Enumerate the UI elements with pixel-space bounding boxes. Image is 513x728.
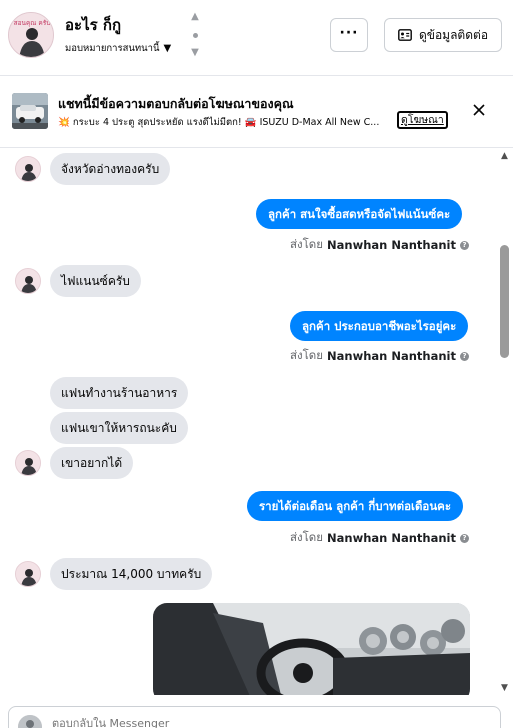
info-icon[interactable]: ?	[460, 351, 469, 361]
ad-banner-title: แชทนี้มีข้อความตอบกลับต่อโฆษณาของคุณ	[58, 96, 294, 111]
contact-info-label: ดูข้อมูลติดต่อ	[418, 27, 489, 42]
more-icon: ···	[339, 24, 359, 41]
ad-car-image	[12, 93, 48, 129]
photo-attachment[interactable]	[153, 603, 470, 695]
outgoing-message[interactable]: รายได้ต่อเดือน ลูกค้า กี่บาทต่อเดือนคะ	[247, 491, 464, 521]
sender-avatar	[15, 450, 41, 476]
scroll-up-arrow-icon[interactable]: ▲	[501, 152, 508, 161]
view-ad-link[interactable]: ดูโฆษณา	[397, 111, 448, 129]
message-thread: จังหวัดอ่างทองครับ ลูกค้า สนใจซื้อสดหรือ…	[0, 148, 497, 695]
close-banner-button[interactable]	[469, 100, 489, 120]
sent-by-label: ส่งโดย Nanwhan Nanthanit ?	[290, 236, 469, 254]
sender-avatar	[15, 156, 41, 182]
incoming-message[interactable]: แฟนทำงานร้านอาหาร	[50, 377, 189, 409]
sent-by-label: ส่งโดย Nanwhan Nanthanit ?	[290, 529, 469, 547]
ad-banner-description: 💥 กระบะ 4 ประตู สุดประหยัด แรงดีไม่มีตก!…	[58, 117, 380, 128]
stepper-dot	[192, 32, 198, 38]
sender-avatar	[15, 561, 41, 587]
contact-avatar-image: สอนคุณ ครับ	[9, 13, 53, 57]
view-contact-info-button[interactable]: ดูข้อมูลติดต่อ	[384, 18, 502, 52]
contact-avatar[interactable]: สอนคุณ ครับ	[8, 12, 54, 58]
ad-thumbnail[interactable]	[12, 93, 48, 129]
incoming-message[interactable]: แฟนเขาให้หารถนะคับ	[50, 412, 188, 444]
sent-by-prefix: ส่งโดย	[289, 237, 324, 251]
incoming-message[interactable]: จังหวัดอ่างทองครับ	[50, 153, 171, 185]
assign-conversation-dropdown[interactable]: มอบหมายการสนทนานี้ ▼	[65, 41, 171, 56]
car-interior-photo	[153, 603, 470, 695]
caret-down-icon: ▼	[163, 42, 172, 54]
incoming-message[interactable]: เขาอยากได้	[50, 447, 134, 479]
sent-by-label: ส่งโดย Nanwhan Nanthanit ?	[290, 347, 469, 365]
avatar-logo-text: สอนคุณ ครับ	[14, 19, 51, 27]
contact-name: อะไร ก็กู	[65, 16, 122, 34]
info-icon[interactable]: ?	[460, 533, 469, 543]
more-options-button[interactable]: ···	[330, 18, 368, 52]
sent-by-name: Nanwhan Nanthanit	[327, 349, 456, 363]
info-icon[interactable]: ?	[460, 240, 469, 250]
sent-by-prefix: ส่งโดย	[289, 530, 324, 544]
sent-by-name: Nanwhan Nanthanit	[327, 531, 456, 545]
contact-card-icon	[398, 29, 412, 41]
assign-label: มอบหมายการสนทนานี้	[65, 43, 160, 54]
arrow-down-icon[interactable]: ▼	[191, 48, 199, 58]
ad-reply-banner: แชทนี้มีข้อความตอบกลับต่อโฆษณาของคุณ 💥 ก…	[0, 76, 513, 148]
close-icon	[473, 104, 485, 116]
outgoing-message[interactable]: ลูกค้า ประกอบอาชีพอะไรอยู่คะ	[290, 311, 469, 341]
incoming-message[interactable]: ประมาณ 14,000 บาทครับ	[50, 558, 213, 590]
reply-input[interactable]	[52, 717, 352, 728]
arrow-up-icon[interactable]: ▲	[191, 12, 199, 22]
sender-avatar	[15, 268, 41, 294]
reply-composer	[0, 695, 513, 728]
message-scrollbar[interactable]: ▲ ▼	[497, 148, 513, 695]
scrollbar-thumb[interactable]	[500, 245, 509, 358]
outgoing-message[interactable]: ลูกค้า สนใจซื้อสดหรือจัดไฟแน้นซ์คะ	[256, 199, 463, 229]
sent-by-prefix: ส่งโดย	[289, 348, 324, 362]
conversation-stepper[interactable]: ▲ ▼	[188, 12, 202, 58]
scroll-down-arrow-icon[interactable]: ▼	[501, 684, 508, 693]
conversation-header: สอนคุณ ครับ อะไร ก็กู มอบหมายการสนทนานี้…	[0, 0, 513, 76]
incoming-message[interactable]: ไฟแนนซ์ครับ	[50, 265, 141, 297]
sent-by-name: Nanwhan Nanthanit	[327, 238, 456, 252]
